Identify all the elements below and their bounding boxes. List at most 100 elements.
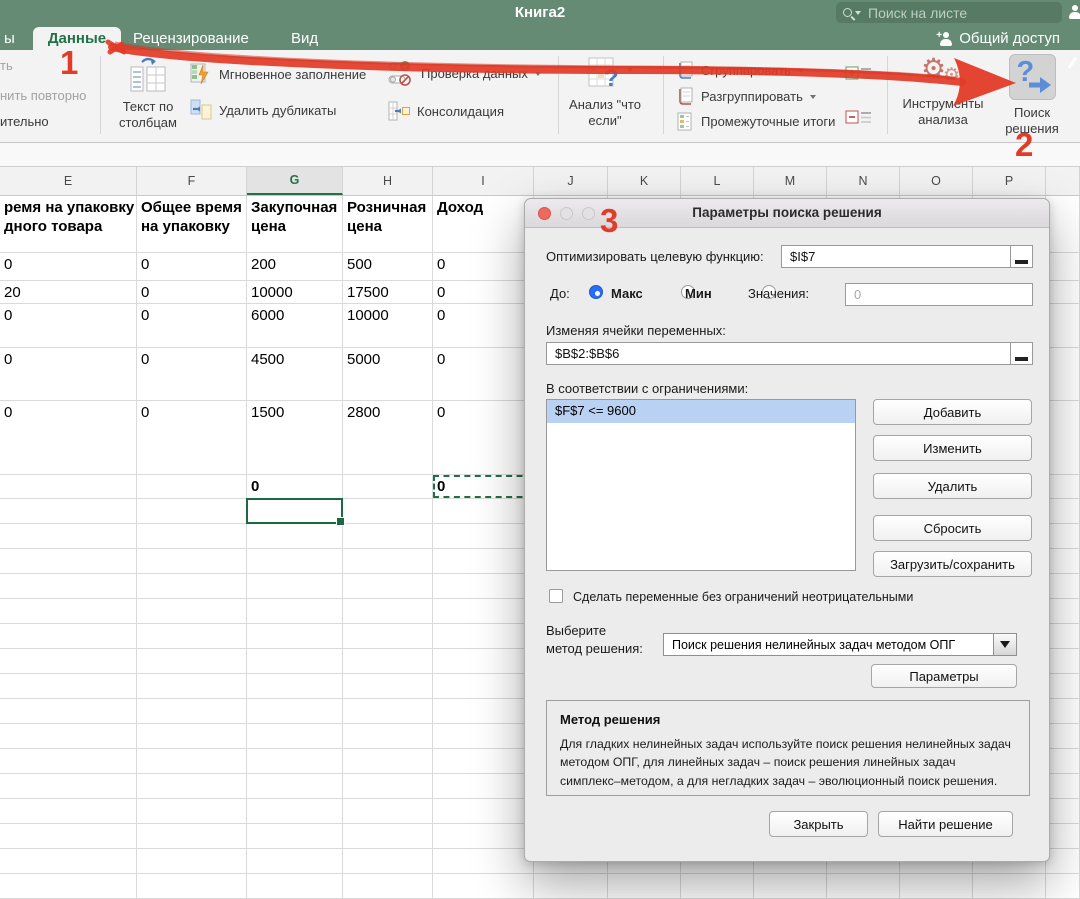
cell[interactable]: 0	[137, 281, 247, 304]
data-validation-button[interactable]: Проверка данных	[388, 60, 541, 87]
cell[interactable]	[1046, 401, 1080, 475]
cell[interactable]	[1046, 304, 1080, 348]
cell[interactable]: 0	[137, 304, 247, 348]
cell[interactable]: 0	[137, 253, 247, 281]
cell[interactable]	[433, 524, 534, 549]
show-detail-button[interactable]	[845, 62, 873, 91]
cell[interactable]	[433, 649, 534, 674]
cell[interactable]	[247, 824, 343, 849]
cell[interactable]: 500	[343, 253, 433, 281]
radio-max-label[interactable]: Макс	[611, 286, 643, 301]
cell[interactable]: 6000	[247, 304, 343, 348]
cell[interactable]	[343, 574, 433, 599]
cell[interactable]	[433, 624, 534, 649]
active-cell-selection[interactable]	[246, 498, 345, 526]
cell[interactable]: Закупочная цена	[247, 196, 343, 253]
cell[interactable]	[433, 674, 534, 699]
column-header-K[interactable]: K	[608, 167, 681, 195]
cell[interactable]	[1046, 599, 1080, 624]
cell[interactable]	[343, 524, 433, 549]
cell[interactable]: 0	[247, 475, 343, 499]
cell[interactable]	[0, 874, 137, 899]
share-button[interactable]: + Общий доступ	[936, 30, 1060, 47]
cell[interactable]	[247, 724, 343, 749]
cell[interactable]	[433, 749, 534, 774]
cell[interactable]: 0	[0, 348, 137, 401]
cell[interactable]: 200	[247, 253, 343, 281]
cell[interactable]: 20	[0, 281, 137, 304]
cell[interactable]	[343, 774, 433, 799]
column-header-J[interactable]: J	[534, 167, 608, 195]
what-if-button[interactable]: ? Анализ "что если"	[565, 56, 645, 128]
cell[interactable]	[137, 774, 247, 799]
cell[interactable]: Доход	[433, 196, 534, 253]
constraint-item[interactable]: $F$7 <= 9600	[547, 400, 855, 423]
analysis-tools-button[interactable]: ⚙ ⚙ Инструменты анализа	[895, 53, 991, 127]
text-to-columns-button[interactable]: Текст по столбцам	[108, 57, 188, 130]
cell[interactable]	[137, 724, 247, 749]
group-button[interactable]: Сгруппировать	[676, 61, 804, 80]
cell[interactable]	[1046, 674, 1080, 699]
cell[interactable]	[1046, 475, 1080, 499]
tab-formulas-partial[interactable]: ы	[4, 30, 15, 47]
subtotal-button[interactable]: Промежуточные итоги	[676, 112, 835, 131]
add-constraint-button[interactable]: Добавить	[873, 399, 1032, 425]
cell[interactable]	[137, 499, 247, 524]
cell[interactable]	[0, 475, 137, 499]
account-icon[interactable]	[1068, 5, 1080, 19]
cell[interactable]	[433, 849, 534, 874]
column-header-I[interactable]: I	[433, 167, 534, 195]
cell[interactable]	[0, 499, 137, 524]
cell[interactable]	[827, 874, 900, 899]
cell[interactable]	[343, 749, 433, 774]
cell[interactable]	[343, 824, 433, 849]
cell[interactable]	[137, 699, 247, 724]
cell[interactable]: 0	[433, 281, 534, 304]
cell[interactable]	[137, 649, 247, 674]
cell[interactable]	[1046, 874, 1080, 899]
cell[interactable]	[1046, 749, 1080, 774]
column-header-L[interactable]: L	[681, 167, 754, 195]
cell[interactable]	[0, 524, 137, 549]
cell[interactable]	[247, 599, 343, 624]
cell[interactable]: Общее время на упаковку	[137, 196, 247, 253]
radio-max[interactable]	[589, 285, 603, 299]
cell[interactable]	[433, 599, 534, 624]
cell[interactable]	[137, 874, 247, 899]
column-header-P[interactable]: P	[973, 167, 1046, 195]
cell[interactable]	[247, 849, 343, 874]
column-header-M[interactable]: M	[754, 167, 827, 195]
cell[interactable]	[343, 849, 433, 874]
cell[interactable]: Розничная цена	[343, 196, 433, 253]
cell[interactable]	[137, 749, 247, 774]
cell[interactable]: 10000	[343, 304, 433, 348]
cell[interactable]	[0, 549, 137, 574]
cell[interactable]	[0, 799, 137, 824]
cell[interactable]	[0, 774, 137, 799]
cell[interactable]: 0	[137, 348, 247, 401]
cell[interactable]	[1046, 253, 1080, 281]
cell[interactable]	[247, 624, 343, 649]
remove-duplicates-button[interactable]: Удалить дубликаты	[190, 99, 336, 121]
change-constraint-button[interactable]: Изменить	[873, 435, 1032, 461]
cell[interactable]	[973, 874, 1046, 899]
range-selector-icon[interactable]	[1010, 343, 1032, 364]
ungroup-button[interactable]: Разгруппировать	[676, 87, 816, 106]
tab-review[interactable]: Рецензирование	[133, 30, 249, 47]
column-header-N[interactable]: N	[827, 167, 900, 195]
cell[interactable]	[1046, 699, 1080, 724]
cell[interactable]	[0, 574, 137, 599]
cell[interactable]	[1046, 281, 1080, 304]
cell[interactable]	[433, 724, 534, 749]
cell[interactable]	[1046, 499, 1080, 524]
close-button[interactable]: Закрыть	[769, 811, 868, 837]
dropdown-caret-icon[interactable]	[993, 634, 1016, 655]
cell[interactable]	[137, 824, 247, 849]
cell[interactable]	[1046, 524, 1080, 549]
cell[interactable]	[247, 549, 343, 574]
column-header-O[interactable]: O	[900, 167, 973, 195]
cell[interactable]: 0	[433, 253, 534, 281]
cell[interactable]	[1046, 574, 1080, 599]
column-header-F[interactable]: F	[137, 167, 247, 195]
cell[interactable]	[433, 699, 534, 724]
